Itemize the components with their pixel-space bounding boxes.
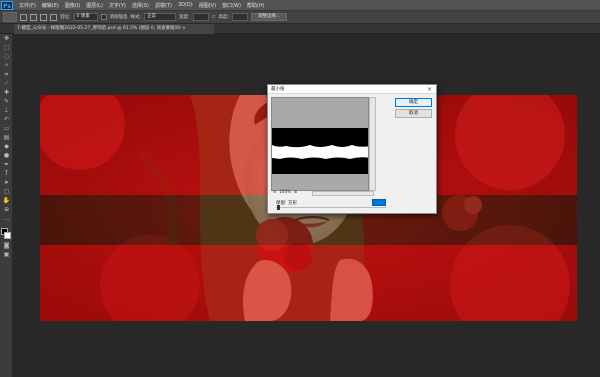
zoom-controls: ⊟ 100% ⊞ [273,189,297,194]
add-selection-icon[interactable] [30,13,37,21]
antialias-label: 消除锯齿 [109,15,128,20]
hand-tool-icon[interactable]: ✋ [1,197,12,205]
photoshop-logo: Ps [1,0,13,10]
color-swatches[interactable] [0,227,13,241]
clone-stamp-tool-icon[interactable]: ⊥ [1,107,12,115]
brush-tool-icon[interactable]: ✎ [1,98,12,106]
background-color-swatch[interactable] [4,232,11,239]
width-input[interactable] [192,13,209,21]
radius-slider-thumb[interactable] [277,205,280,210]
subtract-selection-icon[interactable] [40,13,47,21]
radius-slider-track[interactable] [276,207,386,208]
menu-select[interactable]: 选择(S) [129,2,152,9]
shape-tool-icon[interactable]: ▢ [1,188,12,196]
radius-input[interactable] [372,199,386,206]
refine-edge-button[interactable]: 调整边缘... [250,13,288,21]
feather-input[interactable]: 0 像素 [73,13,98,21]
history-brush-tool-icon[interactable]: ↶ [1,116,12,124]
toolbox: ✥ ⬚ ◌ ✧ ⌗ ⟋ ✚ ✎ ⊥ ↶ ▭ ▤ ◆ ● ✒ T ➤ ▢ ✋ ⊕ … [0,34,13,377]
preview-image [272,98,368,190]
document-tab-bar: 7-模型_公众号 - 样版图2022-05-27_修饰后.psd @ 61.5%… [0,24,600,34]
swap-icon[interactable]: ⇄ [212,15,216,20]
options-bar: 羽化: 0 像素 消除锯齿 样式: 正常 宽度: ⇄ 高度: 调整边缘... [0,10,600,24]
zoom-in-icon[interactable]: ⊞ [294,189,297,194]
cancel-button[interactable]: 取消 [395,109,432,118]
menu-bar: Ps 文件(F) 编辑(E) 图像(I) 图层(L) 文字(Y) 选择(S) 滤… [0,0,600,10]
eyedropper-tool-icon[interactable]: ⟋ [1,80,12,88]
ok-button[interactable]: 确定 [395,98,432,107]
menu-window[interactable]: 窗口(W) [219,2,244,9]
marquee-tool-icon[interactable]: ⬚ [1,44,12,52]
magic-wand-tool-icon[interactable]: ✧ [1,62,12,70]
healing-brush-tool-icon[interactable]: ✚ [1,89,12,97]
menu-help[interactable]: 帮助(H) [244,2,268,9]
style-select[interactable]: 正常 [144,13,177,21]
path-selection-tool-icon[interactable]: ➤ [1,179,12,187]
menu-layer[interactable]: 图层(L) [83,2,106,9]
blur-tool-icon[interactable]: ◆ [1,143,12,151]
style-label: 样式: [130,15,142,20]
antialias-checkbox[interactable] [100,14,107,20]
menu-filter[interactable]: 滤镜(T) [152,2,175,9]
screen-mode-icon[interactable]: ▣ [1,251,12,259]
minimum-filter-dialog: 最小值 × ⊟ 100% ⊞ 确定 取消 保留: 方形 [267,84,437,214]
zoom-level: 100% [279,189,291,194]
menu-view[interactable]: 视图(V) [196,2,219,9]
zoom-tool-icon[interactable]: ⊕ [1,206,12,214]
menu-type[interactable]: 文字(Y) [106,2,129,9]
menu-image[interactable]: 图像(I) [62,2,83,9]
quick-mask-icon[interactable]: ◙ [1,242,12,250]
more-tools-icon[interactable]: … [1,215,12,223]
intersect-selection-icon[interactable] [50,13,57,21]
feather-label: 羽化: [60,15,71,20]
gradient-tool-icon[interactable]: ▤ [1,134,12,142]
move-tool-icon[interactable]: ✥ [1,35,12,43]
canvas-area[interactable]: 最小值 × ⊟ 100% ⊞ 确定 取消 保留: 方形 [13,34,600,377]
filter-preview[interactable] [271,97,369,191]
zoom-out-icon[interactable]: ⊟ [273,189,276,194]
preview-vertical-scrollbar[interactable] [369,97,376,191]
preview-horizontal-scrollbar[interactable] [312,191,374,196]
marquee-tool-preset-icon[interactable] [3,12,17,22]
eraser-tool-icon[interactable]: ▭ [1,125,12,133]
document-tab[interactable]: 7-模型_公众号 - 样版图2022-05-27_修饰后.psd @ 61.5%… [14,24,214,34]
pen-tool-icon[interactable]: ✒ [1,161,12,169]
crop-tool-icon[interactable]: ⌗ [1,71,12,79]
menu-3d[interactable]: 3D(D) [175,2,196,8]
height-input[interactable] [231,13,248,21]
new-selection-icon[interactable] [20,13,27,21]
dodge-tool-icon[interactable]: ● [1,152,12,160]
lasso-tool-icon[interactable]: ◌ [1,53,12,61]
type-tool-icon[interactable]: T [1,170,12,178]
width-label: 宽度: [179,15,190,20]
menu-edit[interactable]: 编辑(E) [39,2,62,9]
height-label: 高度: [218,15,229,20]
dialog-title: 最小值 [268,85,436,94]
close-icon[interactable]: × [427,86,432,93]
menu-file[interactable]: 文件(F) [16,2,39,9]
